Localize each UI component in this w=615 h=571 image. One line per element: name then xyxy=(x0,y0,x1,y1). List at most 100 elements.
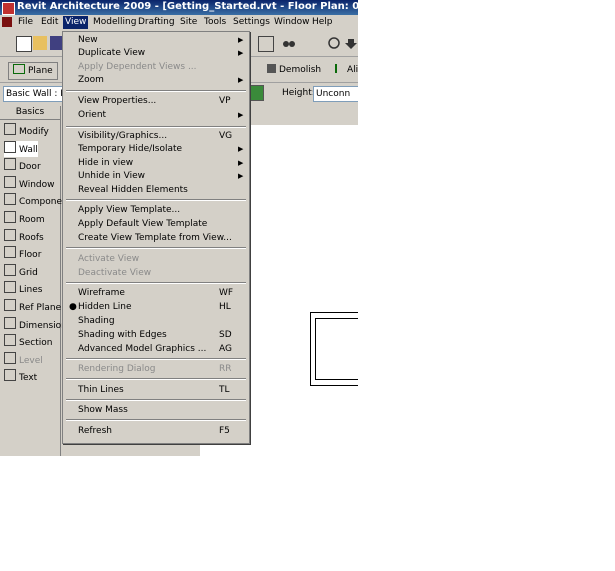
menu-file[interactable]: File xyxy=(16,16,35,29)
menu-item-label: Shading xyxy=(78,316,115,326)
wall-icon xyxy=(4,140,16,153)
menu-item-label: Refresh xyxy=(78,426,112,436)
hammer-icon xyxy=(267,64,276,73)
design-bar-item-label: Window xyxy=(19,179,55,190)
menu-item-orient[interactable]: Orient ▶ xyxy=(63,109,249,122)
door-icon xyxy=(4,158,16,171)
menu-tools[interactable]: Tools xyxy=(202,16,228,29)
document-icon[interactable] xyxy=(2,17,12,27)
menu-drafting[interactable]: Drafting xyxy=(136,16,177,29)
menu-item-apply-default-view-template[interactable]: Apply Default View Template xyxy=(63,218,249,231)
design-bar-item-modify[interactable]: Modify xyxy=(4,123,49,139)
demolish-button[interactable]: Demolish xyxy=(263,62,326,78)
component-icon xyxy=(4,193,16,206)
design-bar-item-label: Level xyxy=(19,355,43,366)
ref-plane-icon xyxy=(4,299,16,311)
properties-icon[interactable] xyxy=(250,85,264,101)
arrow-down-icon xyxy=(345,39,357,49)
menu-item-shading[interactable]: Shading xyxy=(63,315,249,328)
design-bar-item-label: Ref Plane xyxy=(19,303,62,313)
menu-item-label: Create View Template from View... xyxy=(78,233,232,243)
menu-item-apply-view-template[interactable]: Apply View Template... xyxy=(63,204,249,217)
design-bar-item-floor[interactable]: Floor xyxy=(4,246,41,262)
submenu-arrow-icon: ▶ xyxy=(238,49,244,57)
section-icon xyxy=(4,334,16,347)
design-bar-item-door[interactable]: Door xyxy=(4,158,41,174)
text-icon xyxy=(4,369,16,382)
menu-window[interactable]: Window xyxy=(272,16,312,29)
open-folder-icon[interactable] xyxy=(33,36,47,50)
revit-app-icon[interactable] xyxy=(2,2,15,15)
design-bar-item-dimension[interactable]: Dimension xyxy=(4,316,67,333)
menu-site[interactable]: Site xyxy=(178,16,199,29)
menu-item-label: Rendering Dialog xyxy=(78,364,156,374)
submenu-arrow-icon: ▶ xyxy=(238,159,244,167)
design-bar-item-grid[interactable]: Grid xyxy=(4,263,38,280)
menu-item-visibility-graphics[interactable]: Visibility/Graphics... VG xyxy=(63,130,249,143)
floor-icon xyxy=(4,246,16,259)
menu-item-activate-view[interactable]: Activate View xyxy=(63,253,249,266)
basics-tab[interactable]: Basics xyxy=(0,106,60,120)
thin-lines-icon[interactable] xyxy=(258,36,274,52)
design-bar-item-wall[interactable]: Wall xyxy=(4,140,38,157)
menu-item-shortcut: VP xyxy=(219,96,231,106)
menu-help[interactable]: Help xyxy=(310,16,335,29)
menu-item-view-properties[interactable]: View Properties... VP xyxy=(63,95,249,108)
menu-item-label: Duplicate View xyxy=(78,48,146,58)
menu-item-create-view-template-from-view[interactable]: Create View Template from View... xyxy=(63,232,249,245)
design-bar-item-text[interactable]: Text xyxy=(4,369,37,385)
menu-item-unhide-in-view[interactable]: Unhide in View ▶ xyxy=(63,170,249,183)
submenu-arrow-icon: ▶ xyxy=(238,36,244,44)
design-bar-item-roofs[interactable]: Roofs xyxy=(4,228,44,245)
menu-item-label: Orient xyxy=(78,110,107,120)
design-bar-item-label: Section xyxy=(19,338,53,349)
menu-separator xyxy=(66,419,246,421)
plane-button[interactable]: Plane xyxy=(8,62,58,80)
menu-item-zoom[interactable]: Zoom ▶ xyxy=(63,74,249,87)
design-bar-item-ref-plane[interactable]: Ref Plane xyxy=(4,299,61,315)
menu-item-label: Hide in view xyxy=(78,158,134,168)
design-bar-item-section[interactable]: Section xyxy=(4,334,52,350)
menu-item-duplicate-view[interactable]: Duplicate View ▶ xyxy=(63,47,249,60)
menu-settings[interactable]: Settings xyxy=(231,16,272,29)
menu-item-new[interactable]: New ▶ xyxy=(63,34,249,47)
height-select[interactable]: Unconn xyxy=(313,86,358,102)
submenu-arrow-icon: ▶ xyxy=(238,76,244,84)
dimension-icon xyxy=(4,316,16,329)
binoculars-icon xyxy=(283,41,295,47)
menu-item-hidden-line[interactable]: ● Hidden Line HL xyxy=(63,301,249,314)
menu-item-label: Unhide in View xyxy=(78,171,146,181)
menu-separator xyxy=(66,247,246,249)
design-bar-item-lines[interactable]: Lines xyxy=(4,281,42,297)
menu-item-advanced-model-graphics[interactable]: Advanced Model Graphics ... AG xyxy=(63,343,249,356)
download-icon[interactable] xyxy=(344,36,358,50)
menu-item-apply-dependent-views[interactable]: Apply Dependent Views ... xyxy=(63,61,249,74)
menu-item-reveal-hidden-elements[interactable]: Reveal Hidden Elements xyxy=(63,184,249,197)
view-menu-dropdown: New ▶ Duplicate View ▶ Apply Dependent Views… xyxy=(62,31,250,444)
visibility-icon[interactable] xyxy=(282,36,296,50)
design-bar-item-label: Room xyxy=(19,215,45,225)
menu-view[interactable]: View xyxy=(63,16,89,29)
menu-item-wireframe[interactable]: Wireframe WF xyxy=(63,287,249,300)
align-button[interactable]: Alig xyxy=(331,62,358,78)
design-bar-item-window[interactable]: Window xyxy=(4,175,55,192)
menu-item-thin-lines[interactable]: Thin Lines TL xyxy=(63,384,249,397)
type-selector[interactable]: Basic Wall : Ince xyxy=(3,86,67,102)
menu-item-label: Deactivate View xyxy=(78,268,152,278)
menu-edit[interactable]: Edit xyxy=(39,16,60,29)
design-bar-item-room[interactable]: Room xyxy=(4,211,45,227)
menu-item-show-mass[interactable]: Show Mass xyxy=(63,404,249,417)
rotate-icon[interactable] xyxy=(327,36,341,50)
new-file-icon[interactable] xyxy=(16,36,32,52)
submenu-arrow-icon: ▶ xyxy=(238,111,244,119)
menu-item-temporary-hide-isolate[interactable]: Temporary Hide/Isolate ▶ xyxy=(63,143,249,156)
menu-modelling[interactable]: Modelling xyxy=(91,16,138,29)
menu-item-shading-with-edges[interactable]: Shading with Edges SD xyxy=(63,329,249,342)
menu-item-hide-in-view[interactable]: Hide in view ▶ xyxy=(63,157,249,170)
menu-item-rendering-dialog[interactable]: Rendering Dialog RR xyxy=(63,363,249,376)
design-bar-item-level[interactable]: Level xyxy=(4,351,43,368)
menu-item-deactivate-view[interactable]: Deactivate View xyxy=(63,267,249,280)
radio-check-icon: ● xyxy=(69,302,77,312)
menu-item-refresh[interactable]: Refresh F5 xyxy=(63,425,249,438)
menu-item-label: Temporary Hide/Isolate xyxy=(78,144,183,154)
